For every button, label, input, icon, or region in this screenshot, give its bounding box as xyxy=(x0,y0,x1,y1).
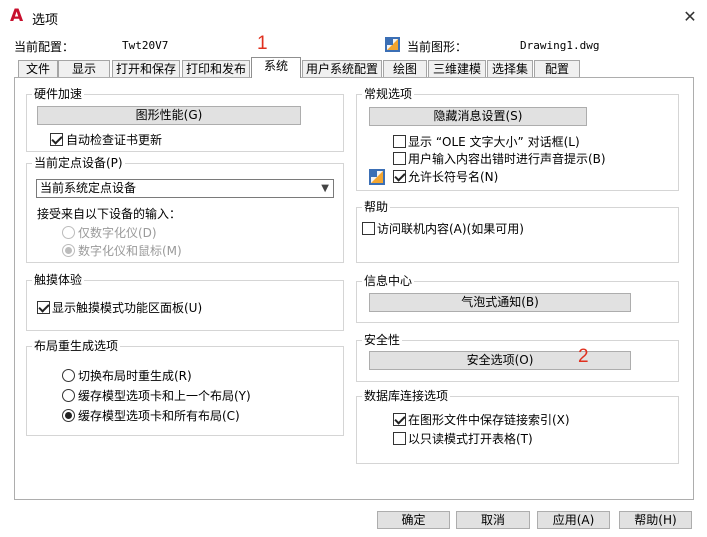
help-title: 帮助 xyxy=(362,200,391,214)
general-options-title: 常规选项 xyxy=(362,87,415,101)
show-touch-panel-label: 显示触摸模式功能区面板(U) xyxy=(52,301,203,315)
tab-plot-publish[interactable]: 打印和发布 xyxy=(182,60,250,77)
beep-on-error-checkbox[interactable] xyxy=(393,152,406,165)
long-symbol-names-label: 允许长符号名(N) xyxy=(408,170,499,184)
dialog-title: 选项 xyxy=(32,13,59,28)
db-connect-group xyxy=(356,396,679,464)
access-online-content-checkbox[interactable] xyxy=(362,222,375,235)
annotation-number-2: 2 xyxy=(578,346,589,367)
pointing-device-select-value: 当前系统定点设备 xyxy=(40,181,137,195)
tab-open-save[interactable]: 打开和保存 xyxy=(112,60,180,77)
auto-check-updates-label: 自动检查证书更新 xyxy=(66,133,163,147)
tab-selection[interactable]: 选择集 xyxy=(487,60,533,77)
layout-regen-title: 布局重生成选项 xyxy=(32,339,121,353)
digitizer-and-mouse-label: 数字化仪和鼠标(M) xyxy=(78,244,182,258)
access-online-content-label: 访问联机内容(A)(如果可用) xyxy=(377,222,524,236)
help-button[interactable]: 帮助(H) xyxy=(619,511,692,529)
cache-model-all-layouts-radio[interactable] xyxy=(62,409,75,422)
tab-profiles[interactable]: 配置 xyxy=(534,60,580,77)
security-options-button[interactable]: 安全选项(O) xyxy=(369,351,631,370)
accept-input-label: 接受来自以下设备的输入： xyxy=(37,207,182,221)
tab-system[interactable]: 系统 xyxy=(251,57,301,78)
close-button[interactable]: ✕ xyxy=(680,7,700,27)
info-center-title: 信息中心 xyxy=(362,274,415,288)
tab-3d-modeling[interactable]: 三维建模 xyxy=(428,60,486,77)
cache-model-all-layouts-label: 缓存模型选项卡和所有布局(C) xyxy=(78,409,240,423)
digitizer-and-mouse-radio[interactable] xyxy=(62,244,75,257)
tab-drafting[interactable]: 绘图 xyxy=(383,60,427,77)
annotation-number-1: 1 xyxy=(257,33,268,54)
save-link-index-checkbox[interactable] xyxy=(393,413,406,426)
current-drawing-label: 当前图形： xyxy=(407,40,468,54)
graphics-performance-button[interactable]: 图形性能(G) xyxy=(37,106,301,125)
regen-on-switch-label: 切换布局时重生成(R) xyxy=(78,369,192,383)
ole-text-size-label: 显示 “OLE 文字大小” 对话框(L) xyxy=(408,135,580,149)
ole-text-size-checkbox[interactable] xyxy=(393,135,406,148)
digitizer-only-radio[interactable] xyxy=(62,226,75,239)
balloon-notifications-button[interactable]: 气泡式通知(B) xyxy=(369,293,631,312)
ok-button[interactable]: 确定 xyxy=(377,511,450,529)
hardware-acceleration-title: 硬件加速 xyxy=(32,87,85,101)
beep-on-error-label: 用户输入内容出错时进行声音提示(B) xyxy=(408,152,606,166)
touch-experience-title: 触摸体验 xyxy=(32,273,85,287)
tab-user-preferences[interactable]: 用户系统配置 xyxy=(302,60,382,77)
save-link-index-label: 在图形文件中保存链接索引(X) xyxy=(408,413,570,427)
hidden-messages-settings-button[interactable]: 隐藏消息设置(S) xyxy=(369,107,587,126)
show-touch-panel-checkbox[interactable] xyxy=(37,301,50,314)
drawing-file-icon xyxy=(369,169,385,185)
pointing-device-title: 当前定点设备(P) xyxy=(32,156,125,170)
db-connect-title: 数据库连接选项 xyxy=(362,389,451,403)
auto-check-updates-checkbox[interactable] xyxy=(50,133,63,146)
title-bar xyxy=(0,0,707,34)
security-title: 安全性 xyxy=(362,333,403,347)
apply-button[interactable]: 应用(A) xyxy=(537,511,610,529)
current-profile-value: Twt20V7 xyxy=(122,39,169,52)
chevron-down-icon: ▼ xyxy=(321,183,329,194)
tab-files[interactable]: 文件 xyxy=(18,60,58,77)
cache-model-last-layout-label: 缓存模型选项卡和上一个布局(Y) xyxy=(78,389,251,403)
regen-on-switch-radio[interactable] xyxy=(62,369,75,382)
pointing-device-select[interactable]: 当前系统定点设备 ▼ xyxy=(36,179,334,198)
open-tables-readonly-checkbox[interactable] xyxy=(393,432,406,445)
cache-model-last-layout-radio[interactable] xyxy=(62,389,75,402)
tab-display[interactable]: 显示 xyxy=(58,60,110,77)
long-symbol-names-checkbox[interactable] xyxy=(393,170,406,183)
cancel-button[interactable]: 取消 xyxy=(456,511,530,529)
autocad-app-icon: A xyxy=(10,6,24,26)
drawing-file-icon xyxy=(385,37,400,52)
open-tables-readonly-label: 以只读模式打开表格(T) xyxy=(408,432,533,446)
digitizer-only-label: 仅数字化仪(D) xyxy=(78,226,157,240)
current-profile-label: 当前配置： xyxy=(14,40,75,54)
current-drawing-value: Drawing1.dwg xyxy=(520,39,600,52)
